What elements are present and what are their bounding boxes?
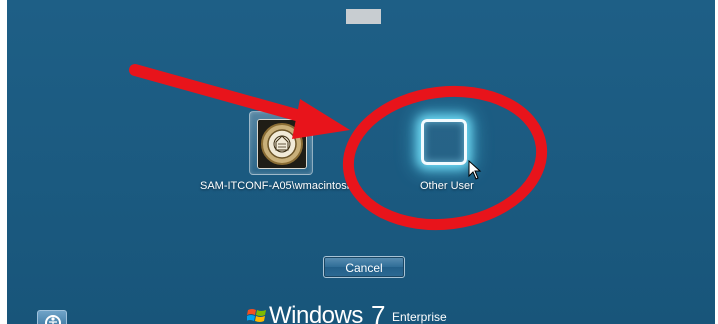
other-user-label[interactable]: Other User: [420, 180, 474, 192]
cancel-button[interactable]: Cancel: [323, 256, 405, 278]
user-tile-other-user[interactable]: [413, 111, 475, 173]
windows-branding: Windows 7 Enterprise: [247, 304, 487, 324]
windows-flag-icon: [247, 309, 266, 322]
user-name-label[interactable]: SAM-ITCONF-A05\wmacintosh: [200, 180, 353, 192]
user-photo-icon: [257, 119, 307, 169]
ease-of-access-button[interactable]: [37, 310, 67, 324]
mouse-cursor-icon: [468, 160, 482, 180]
brand-name: Windows: [269, 304, 363, 324]
user-tile-wmacintosh[interactable]: [249, 111, 313, 175]
brand-version: 7: [371, 304, 386, 324]
brand-edition: Enterprise: [392, 310, 447, 324]
top-indicator: [346, 9, 381, 24]
other-user-icon: [421, 119, 467, 165]
logon-screen: SAM-ITCONF-A05\wmacintosh Other User Can…: [7, 0, 715, 324]
ease-of-access-icon: [45, 315, 61, 324]
